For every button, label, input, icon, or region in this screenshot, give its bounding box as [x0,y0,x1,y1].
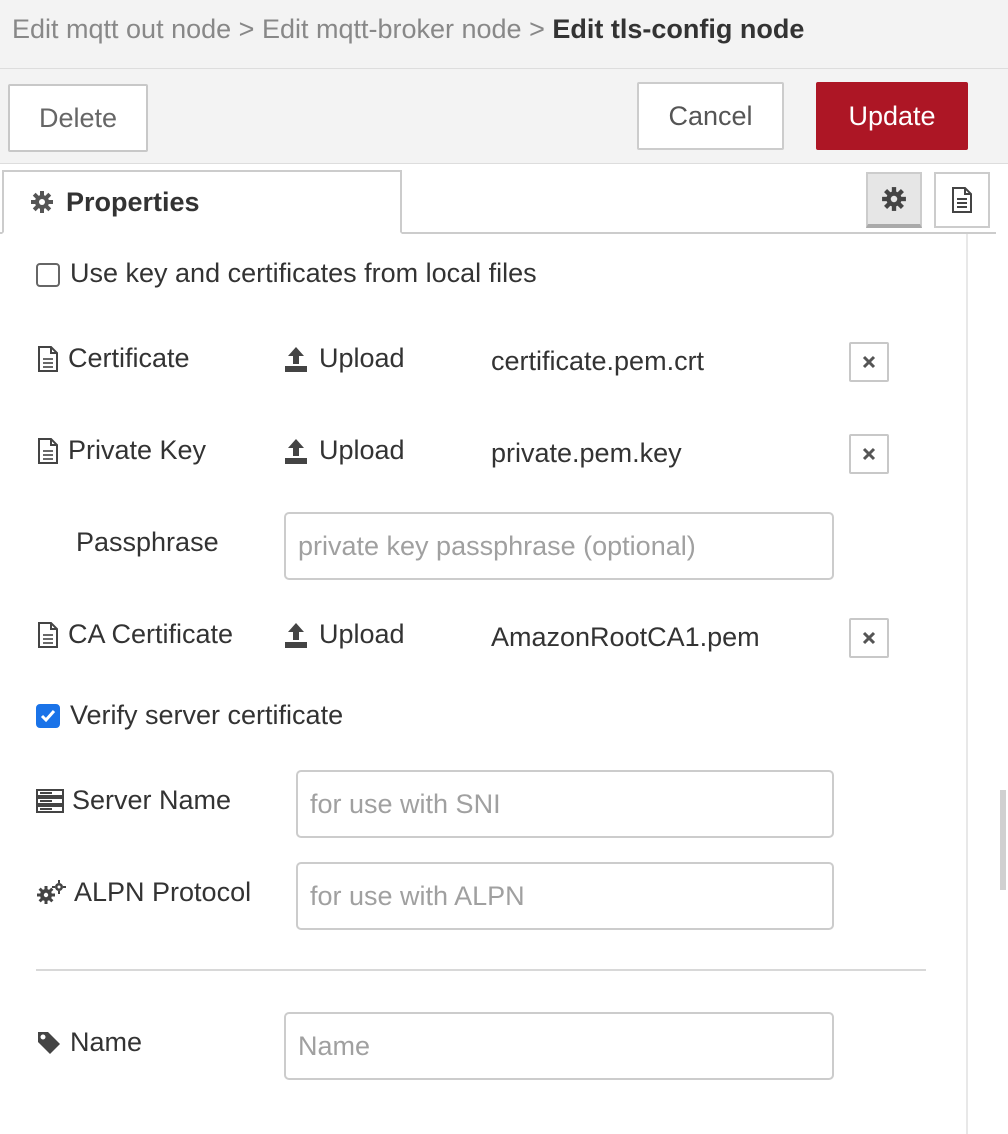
tab-properties[interactable]: Properties [2,170,402,234]
file-icon [38,437,58,464]
scrollbar[interactable] [1000,790,1006,890]
cogs-icon [37,879,66,904]
upload-icon [285,346,307,372]
breadcrumb-item-mqtt-broker[interactable]: Edit mqtt-broker node [262,14,522,44]
private-key-clear-button[interactable] [849,434,889,474]
close-icon [862,631,876,645]
server-name-input[interactable] [296,770,834,838]
certificate-clear-button[interactable] [849,342,889,382]
verify-server-label: Verify server certificate [70,700,344,730]
breadcrumb-separator: > [529,14,545,44]
gear-icon [882,187,906,211]
certificate-upload-button[interactable]: Upload [283,343,405,374]
scroll-track [966,234,968,1134]
breadcrumb: Edit mqtt out node > Edit mqtt-broker no… [12,14,804,45]
certificate-file-name: certificate.pem.crt [491,346,705,376]
passphrase-label: Passphrase [76,527,219,557]
node-description-button[interactable] [934,172,990,228]
tab-properties-label: Properties [66,186,200,217]
upload-icon [285,622,307,648]
private-key-label: Private Key [36,435,206,466]
delete-button[interactable]: Delete [8,84,148,152]
tray-toolbar: Delete Cancel Update [0,69,1008,164]
server-icon [36,788,64,813]
server-name-label: Server Name [36,785,231,816]
breadcrumb-separator: > [238,14,255,44]
node-settings-button[interactable] [866,172,922,228]
alpn-protocol-input[interactable] [296,862,834,930]
ca-certificate-label: CA Certificate [36,619,233,650]
use-local-files-label: Use key and certificates from local file… [70,258,537,288]
ca-certificate-file-name: AmazonRootCA1.pem [491,622,760,652]
close-icon [862,447,876,461]
passphrase-input[interactable] [284,512,834,580]
breadcrumb-current: Edit tls-config node [552,14,805,44]
cancel-button[interactable]: Cancel [637,82,784,150]
ca-certificate-clear-button[interactable] [849,618,889,658]
tag-icon [38,1031,60,1054]
upload-icon [285,438,307,464]
breadcrumb-item-mqtt-out[interactable]: Edit mqtt out node [12,14,231,44]
certificate-label: Certificate [36,343,190,374]
file-icon [38,621,58,648]
verify-server-checkbox[interactable] [36,704,60,728]
close-icon [862,355,876,369]
checkmark-icon [40,710,56,723]
name-label: Name [36,1027,142,1058]
alpn-protocol-label: ALPN Protocol [36,877,251,908]
name-input[interactable] [284,1012,834,1080]
ca-certificate-upload-button[interactable]: Upload [283,619,405,650]
form-divider [36,969,926,971]
file-icon [38,345,58,372]
gear-icon [31,191,53,213]
document-icon [952,187,972,213]
private-key-file-name: private.pem.key [491,438,682,468]
use-local-files-checkbox[interactable] [36,263,60,287]
private-key-upload-button[interactable]: Upload [283,435,405,466]
update-button[interactable]: Update [816,82,968,150]
breadcrumb-bar: Edit mqtt out node > Edit mqtt-broker no… [0,0,1008,69]
